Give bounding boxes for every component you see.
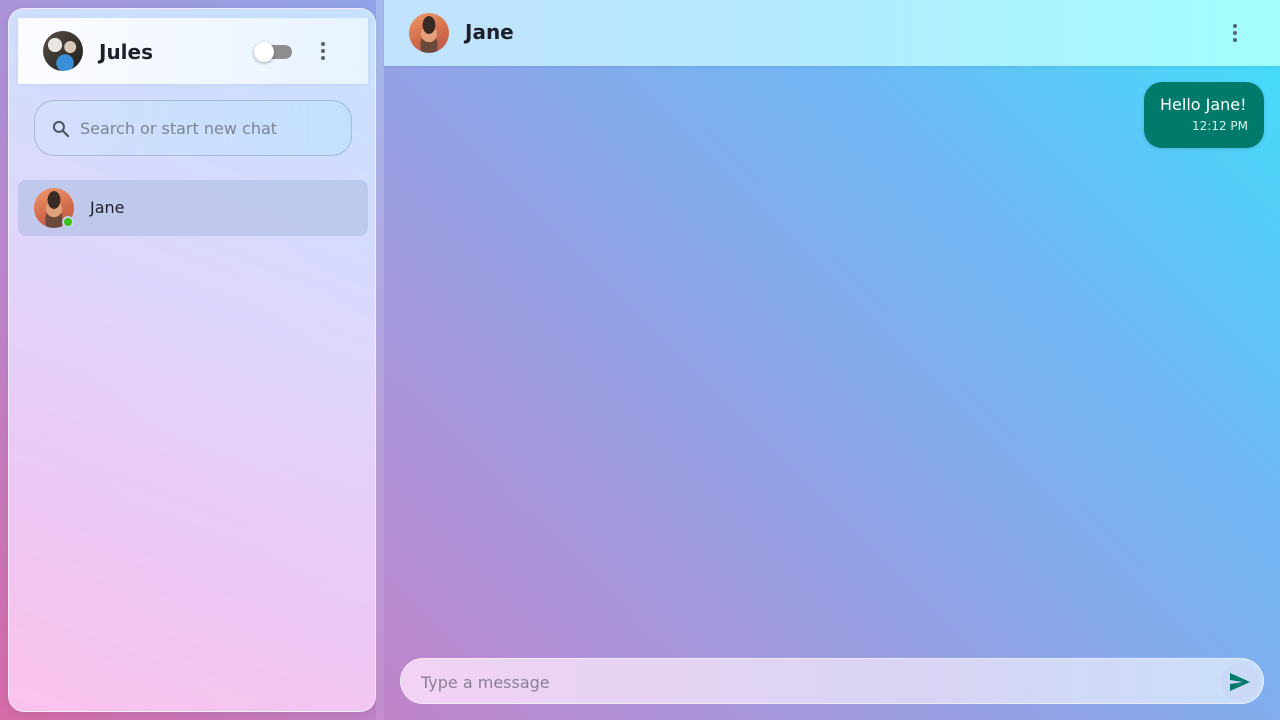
sidebar-menu-button[interactable] [311, 39, 335, 63]
theme-toggle[interactable] [254, 42, 292, 62]
panel-divider [376, 0, 384, 720]
more-vertical-icon [321, 42, 325, 46]
message-bubble-outgoing: Hello Jane! 12:12 PM [1144, 82, 1264, 148]
message-timestamp: 12:12 PM [1192, 119, 1248, 133]
sidebar-header: Jules [18, 18, 368, 84]
search-input[interactable] [80, 115, 340, 141]
conversation-header: Jane [384, 0, 1280, 66]
send-button[interactable] [1221, 663, 1259, 701]
toggle-knob [254, 42, 274, 62]
more-vertical-icon [321, 56, 325, 60]
send-icon [1230, 673, 1250, 691]
contact-avatar[interactable] [409, 13, 449, 53]
chat-list-item-name: Jane [90, 198, 125, 217]
message-composer [400, 658, 1264, 704]
sidebar: Jules Jane [8, 8, 376, 712]
search-icon [52, 120, 70, 138]
user-name: Jules [99, 40, 154, 64]
message-input[interactable] [421, 670, 1201, 694]
message-text: Hello Jane! [1160, 95, 1247, 114]
more-vertical-icon [1233, 24, 1237, 28]
online-status-indicator [62, 216, 74, 228]
more-vertical-icon [1233, 31, 1237, 35]
conversation-title: Jane [465, 20, 514, 44]
chat-list-item-jane[interactable]: Jane [18, 180, 368, 236]
search-bar[interactable] [34, 100, 352, 156]
more-vertical-icon [321, 49, 325, 53]
more-vertical-icon [1233, 38, 1237, 42]
user-avatar[interactable] [43, 31, 83, 71]
conversation-menu-button[interactable] [1223, 21, 1247, 45]
